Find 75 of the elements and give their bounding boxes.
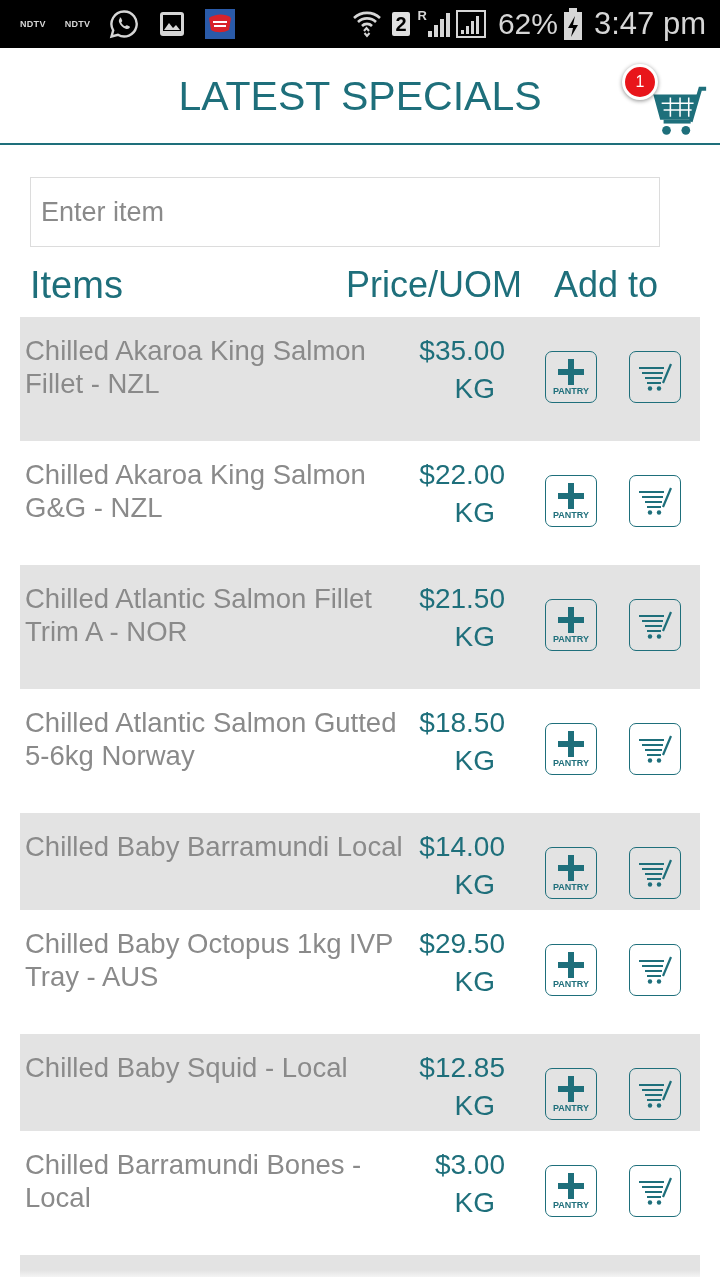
item-price: $21.50 [419, 582, 505, 616]
plus-icon [558, 730, 584, 757]
item-name: Chilled Atlantic Salmon Gutted 5-6kg Norway [25, 706, 398, 772]
add-to-cart-button[interactable] [629, 944, 681, 996]
item-unit: KG [454, 1186, 496, 1220]
add-to-cart-button[interactable] [629, 351, 681, 403]
notification-label: NDTV [20, 19, 46, 29]
add-to-cart-button[interactable] [629, 1165, 681, 1217]
plus-icon [558, 358, 584, 385]
add-to-pantry-button[interactable]: PANTRY [545, 599, 597, 651]
add-to-pantry-button[interactable]: PANTRY [545, 475, 597, 527]
add-to-cart-button[interactable] [629, 847, 681, 899]
cart-icon [638, 1080, 672, 1108]
item-name: Chilled Atlantic Salmon Fillet Trim A - NOR [25, 582, 373, 648]
item-price: $14.00 [419, 830, 505, 864]
item-unit: KG [454, 372, 496, 406]
plus-icon [558, 854, 584, 881]
cart-icon [638, 363, 672, 391]
sim-slot-label: 2 [392, 12, 410, 36]
item-name: Chilled Akaroa King Salmon G&G - NZL [25, 458, 367, 524]
item-price: $22.00 [419, 458, 505, 492]
column-header: Items [30, 263, 124, 307]
item-unit: KG [454, 496, 496, 530]
add-to-pantry-button[interactable]: PANTRY [545, 1165, 597, 1217]
add-to-cart-button[interactable] [629, 723, 681, 775]
add-to-cart-button[interactable] [629, 1068, 681, 1120]
add-to-pantry-button[interactable]: PANTRY [545, 1068, 597, 1120]
add-to-pantry-button[interactable]: PANTRY [545, 944, 597, 996]
cart-icon [638, 487, 672, 515]
item-name: Chilled Akaroa King Salmon Fillet - NZL [25, 334, 367, 400]
item-unit: KG [454, 620, 496, 654]
add-to-cart-button[interactable] [629, 599, 681, 651]
cart-count-badge: 1 [622, 64, 658, 100]
add-to-pantry-button[interactable]: PANTRY [545, 723, 597, 775]
signal-bars-icon [455, 10, 486, 38]
notification-label: NDTV [64, 19, 91, 29]
column-header: Add to [553, 264, 658, 306]
roaming-label: R [417, 8, 427, 23]
signal-bars-icon [427, 11, 450, 37]
wifi-icon [352, 9, 383, 39]
plus-icon [558, 1075, 584, 1102]
app-tile-icon [205, 9, 236, 39]
item-name: Chilled Barramundi Bones - Local [25, 1148, 363, 1214]
search-field[interactable]: Enter item [30, 177, 660, 247]
add-to-cart-button[interactable] [629, 475, 681, 527]
battery-charging-icon [564, 8, 582, 40]
cart-icon [638, 956, 672, 984]
cart-icon [638, 735, 672, 763]
item-name: Chilled Baby Barramundi Local [25, 830, 404, 863]
page-title: LATEST SPECIALS [178, 73, 542, 120]
item-unit: KG [454, 868, 496, 902]
item-price: $35.00 [419, 334, 505, 368]
cart-icon [638, 611, 672, 639]
plus-icon [558, 951, 584, 978]
item-name: Chilled Baby Octopus 1kg IVP Tray - AUS [25, 927, 394, 993]
battery-percent: 62% [497, 7, 558, 41]
cart-icon [638, 1177, 672, 1205]
clock-time: 3:47 pm [594, 6, 706, 42]
column-header: Price/UOM [345, 264, 522, 306]
image-icon [159, 11, 186, 37]
item-name: Chilled Baby Squid - Local [25, 1051, 349, 1084]
plus-icon [558, 1172, 584, 1199]
item-unit: KG [454, 1089, 496, 1123]
item-price: $12.85 [419, 1051, 505, 1085]
cart-icon [638, 859, 672, 887]
item-price: $18.50 [419, 706, 505, 740]
plus-icon [558, 606, 584, 633]
item-price: $29.50 [419, 927, 505, 961]
chat-bubble-icon [109, 9, 140, 39]
add-to-pantry-button[interactable]: PANTRY [545, 351, 597, 403]
item-unit: KG [454, 965, 496, 999]
item-price: $3.00 [434, 1148, 505, 1182]
add-to-pantry-button[interactable]: PANTRY [545, 847, 597, 899]
item-unit: KG [454, 744, 496, 778]
plus-icon [558, 482, 584, 509]
